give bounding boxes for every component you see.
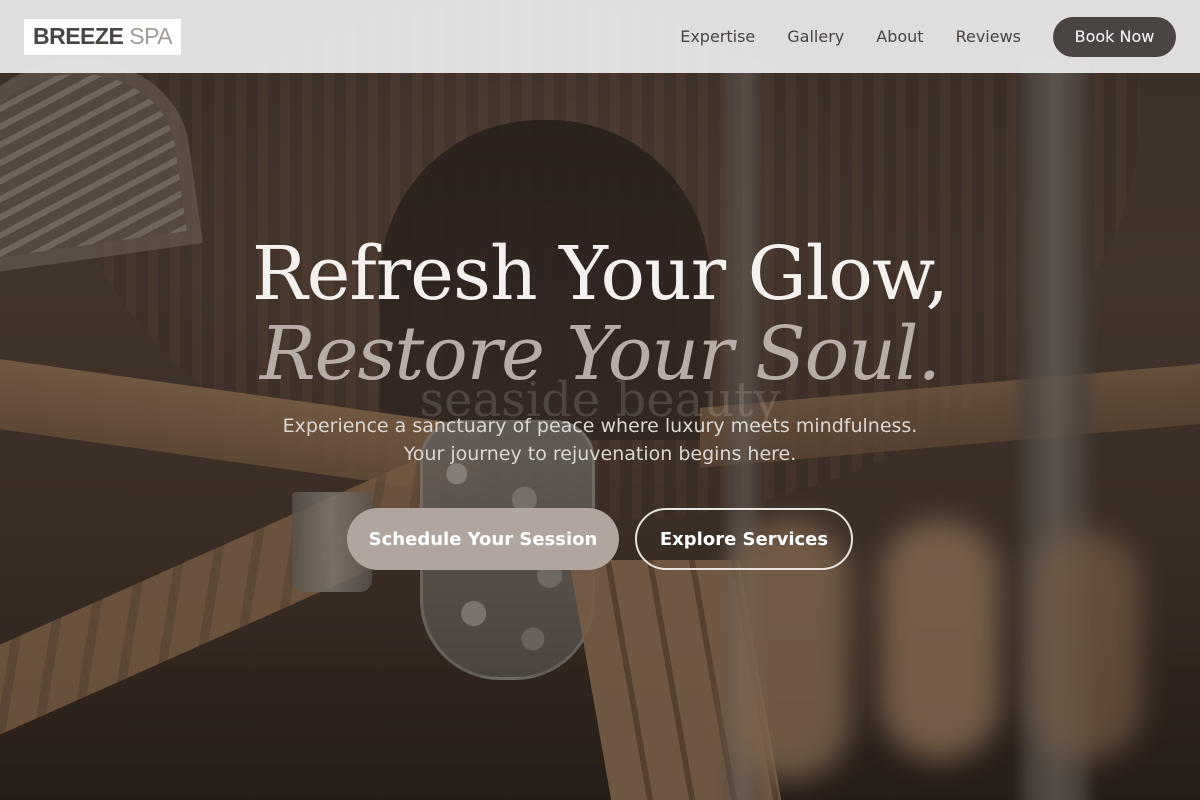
hero-content: seaside beauty Refresh Your Glow, Restor… — [0, 232, 1200, 570]
schedule-session-button[interactable]: Schedule Your Session — [347, 508, 619, 570]
logo-text-secondary: SPA — [129, 23, 173, 49]
explore-services-button[interactable]: Explore Services — [635, 508, 853, 570]
hero-subtext-line2: Your journey to rejuvenation begins here… — [403, 443, 797, 465]
book-now-button[interactable]: Book Now — [1053, 16, 1176, 57]
hero-subtext-line1: Experience a sanctuary of peace where lu… — [282, 415, 918, 437]
nav-link-expertise[interactable]: Expertise — [680, 27, 755, 46]
hero-headline-line2: Restore Your Soul. — [259, 311, 941, 397]
nav-link-reviews[interactable]: Reviews — [956, 27, 1021, 46]
main-nav: Expertise Gallery About Reviews Book Now — [680, 16, 1176, 57]
nav-link-gallery[interactable]: Gallery — [787, 27, 844, 46]
nav-link-about[interactable]: About — [876, 27, 923, 46]
hero-cta-row: Schedule Your Session Explore Services — [0, 508, 1200, 570]
hero-subtext: Experience a sanctuary of peace where lu… — [0, 412, 1200, 468]
logo-text-primary: BREEZE — [33, 23, 124, 49]
site-header: BREEZE SPA Expertise Gallery About Revie… — [0, 0, 1200, 73]
brand-logo[interactable]: BREEZE SPA — [24, 18, 182, 55]
hero-headline-line1: Refresh Your Glow, — [251, 231, 949, 317]
nav-links: Expertise Gallery About Reviews — [680, 27, 1021, 46]
